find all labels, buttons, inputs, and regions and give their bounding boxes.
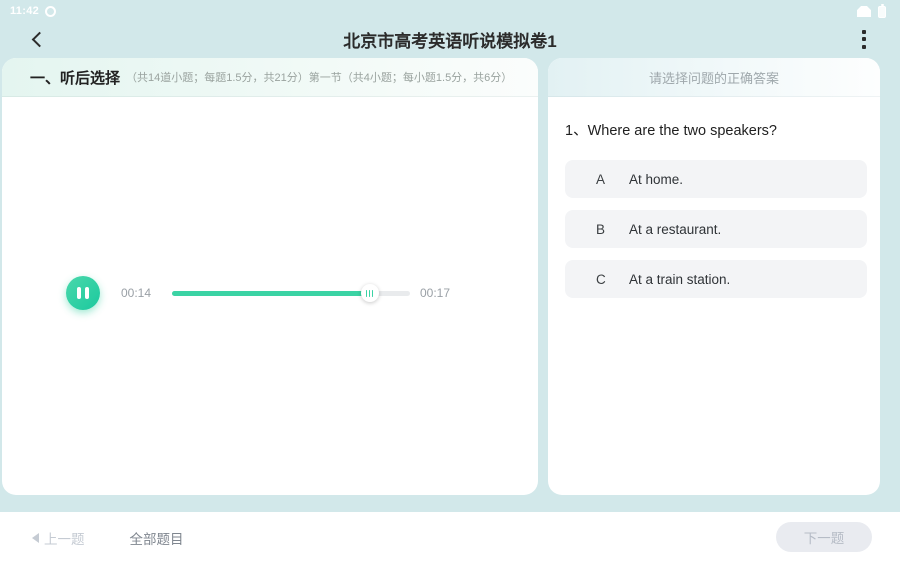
listening-panel: 一、听后选择 （共14道小题；每题1.5分，共21分）第一节（共4小题；每小题1… [2,58,538,495]
option-c-text: At a train station. [629,272,730,287]
section-description: （共14道小题；每题1.5分，共21分）第一节（共4小题；每小题1.5分，共6分… [126,69,512,85]
option-c[interactable]: C At a train station. [565,260,867,298]
wifi-icon [857,6,871,17]
progress-bar[interactable] [172,291,410,296]
back-button[interactable] [22,24,52,54]
more-options-button[interactable] [850,24,878,54]
status-time: 11:42 [10,5,39,17]
question-panel-header: 请选择问题的正确答案 [548,58,880,97]
option-b-letter: B [596,222,629,237]
thumb-grip-icon [366,290,368,297]
previous-arrow-icon [32,533,39,543]
audio-player: 00:14 00:17 [2,276,538,312]
question-text: 1、Where are the two speakers? [565,119,867,140]
next-question-button[interactable]: 下一题 [776,522,872,552]
all-questions-button[interactable]: 全部题目 [130,528,184,548]
option-c-letter: C [596,272,629,287]
option-a[interactable]: A At home. [565,160,867,198]
bottom-bar: 上一题 全部题目 下一题 [0,512,900,563]
previous-question-button[interactable]: 上一题 [32,528,85,548]
progress-thumb[interactable] [361,284,379,302]
section-header: 一、听后选择 （共14道小题；每题1.5分，共21分）第一节（共4小题；每小题1… [2,58,538,97]
elapsed-time: 00:14 [121,286,151,300]
back-icon [31,31,47,47]
option-b[interactable]: B At a restaurant. [565,210,867,248]
option-a-letter: A [596,172,629,187]
question-panel-header-label: 请选择问题的正确答案 [649,68,779,87]
progress-fill [172,291,370,296]
record-icon [45,6,56,17]
battery-icon [878,4,886,18]
pause-icon [77,287,81,299]
kebab-menu-icon [862,30,866,34]
previous-question-label: 上一题 [44,528,85,548]
section-title: 一、听后选择 [30,67,120,88]
app-header: 北京市高考英语听说模拟卷1 [0,22,900,56]
option-b-text: At a restaurant. [629,222,721,237]
status-bar: 11:42 [0,0,900,22]
pause-button[interactable] [66,276,100,310]
question-panel: 请选择问题的正确答案 1、Where are the two speakers?… [548,58,880,495]
option-a-text: At home. [629,172,683,187]
page-title: 北京市高考英语听说模拟卷1 [0,27,900,52]
total-time: 00:17 [420,286,450,300]
